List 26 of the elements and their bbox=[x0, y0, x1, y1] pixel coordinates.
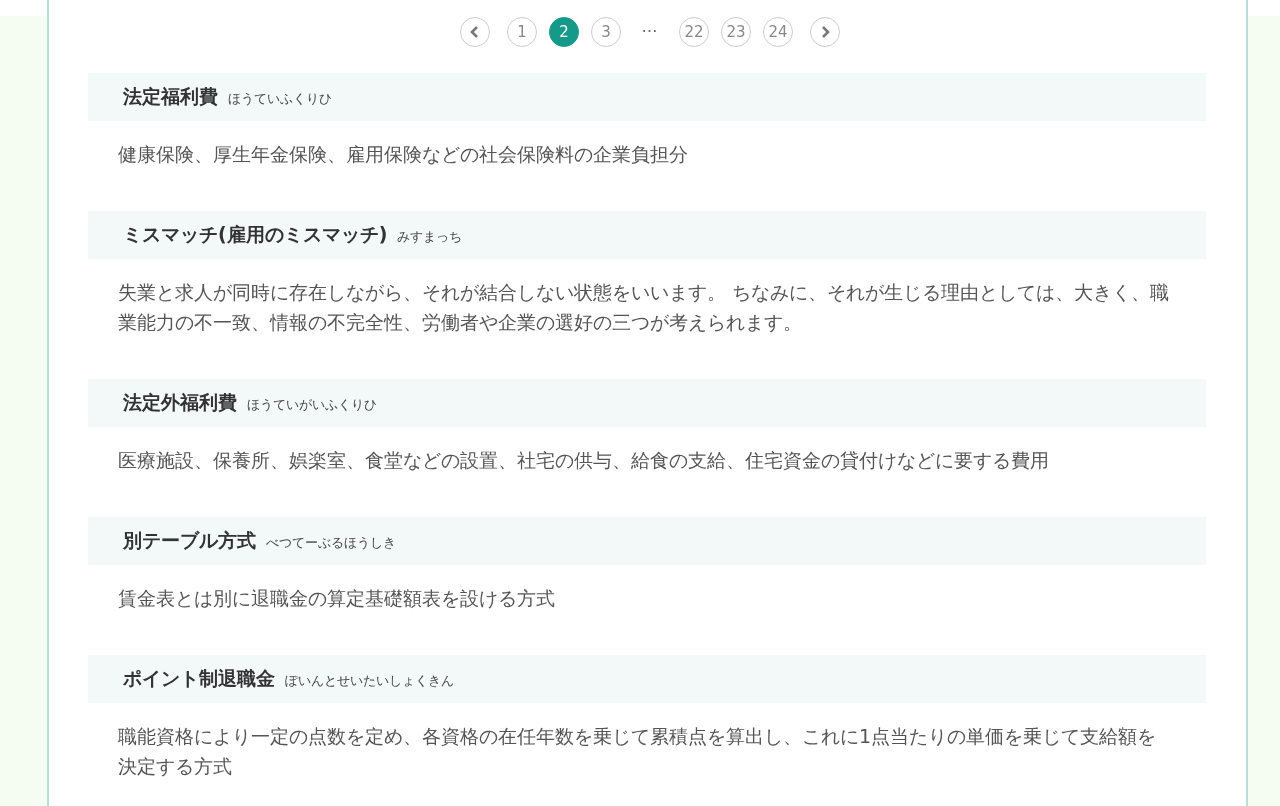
term-reading: べつてーぶるほうしき bbox=[266, 534, 396, 552]
term-definition: 健康保険、厚生年金保険、雇用保険などの社会保険料の企業負担分 bbox=[117, 142, 689, 167]
term-definition: 賃金表とは別に退職金の算定基礎額表を設ける方式 bbox=[117, 586, 556, 611]
term-reading: ぽいんとせいたいしょくきん bbox=[285, 672, 454, 690]
page-number-button[interactable]: 3 bbox=[591, 17, 621, 47]
term-title: ミスマッチ(雇用のミスマッチ) bbox=[123, 222, 388, 247]
term-definition: 失業と求人が同時に存在しながら、それが結合しない状態をいいます。 ちなみに、それが生じる理由としては、大きく、職業能力の不一致、情報の不完全性、労働者や企業の選好の三つが考えられます。 bbox=[117, 280, 1171, 335]
page-number-button[interactable]: 1 bbox=[507, 17, 537, 47]
page-number-button[interactable]: 23 bbox=[721, 17, 751, 47]
chevron-right-icon bbox=[820, 26, 830, 38]
term-definition: 職能資格により一定の点数を定め、各資格の在任年数を乗じて累積点を算出し、これに1点当たりの単価を乗じて支給額を決定する方式 bbox=[117, 724, 1158, 779]
chevron-left-icon bbox=[470, 26, 480, 38]
pagination-ellipsis: … bbox=[640, 16, 660, 36]
term-title: ポイント制退職金 bbox=[123, 666, 275, 691]
term-reading: ほうていふくりひ bbox=[228, 90, 332, 108]
page-number-button[interactable]: 22 bbox=[679, 17, 709, 47]
page-number-button[interactable]: 2 bbox=[549, 17, 579, 47]
term-definition: 医療施設、保養所、娯楽室、食堂などの設置、社宅の供与、給食の支給、住宅資金の貸付けなどに要する費用 bbox=[117, 448, 1050, 473]
next-page-button[interactable] bbox=[810, 17, 840, 47]
term-reading: ほうていがいふくりひ bbox=[247, 396, 377, 414]
term-title: 法定外福利費 bbox=[123, 390, 237, 415]
previous-page-button[interactable] bbox=[460, 17, 490, 47]
term-reading: みすまっち bbox=[397, 228, 463, 246]
term-title: 別テーブル方式 bbox=[123, 528, 256, 553]
page-number-button[interactable]: 24 bbox=[763, 17, 793, 47]
term-title: 法定福利費 bbox=[123, 84, 218, 109]
